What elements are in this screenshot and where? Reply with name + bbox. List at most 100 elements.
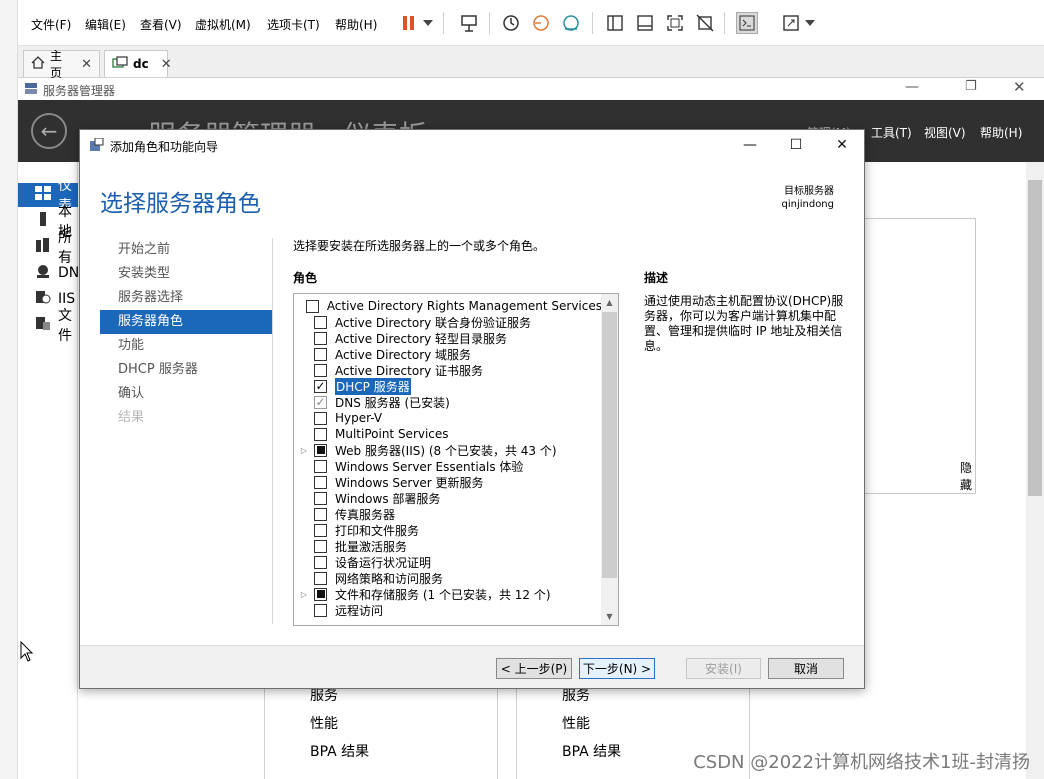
role-item[interactable]: 设备运行状况证明 <box>294 554 602 570</box>
restore-icon[interactable]: ❐ <box>965 79 977 94</box>
tab-home[interactable]: 主页 ✕ <box>23 49 100 80</box>
thumbnail-bar-icon[interactable] <box>634 12 656 34</box>
snapshot-icon[interactable] <box>500 12 522 34</box>
scroll-thumb[interactable] <box>1028 180 1042 496</box>
maximize-icon[interactable]: ☐ <box>782 134 810 156</box>
step-server-roles[interactable]: 服务器角色 <box>100 310 272 334</box>
role-checkbox[interactable] <box>314 603 327 617</box>
tile-performance[interactable]: 性能 <box>310 713 338 733</box>
minimize-icon[interactable]: — <box>905 79 919 95</box>
role-checkbox[interactable] <box>314 411 327 425</box>
sm-menu-view[interactable]: 视图(V) <box>924 124 966 141</box>
step-confirmation[interactable]: 确认 <box>100 382 272 406</box>
scroll-thumb[interactable] <box>602 312 617 578</box>
menu-vm[interactable]: 虚拟机(M) <box>195 16 251 33</box>
role-checkbox[interactable] <box>314 539 327 553</box>
role-checkbox[interactable] <box>314 571 327 585</box>
role-item[interactable]: Windows Server Essentials 体验 <box>294 458 602 474</box>
role-item[interactable]: Windows 部署服务 <box>294 490 602 506</box>
role-checkbox[interactable] <box>314 347 327 361</box>
sm-menu-tools[interactable]: 工具(T) <box>871 124 912 141</box>
menu-help[interactable]: 帮助(H) <box>335 16 377 33</box>
role-label: 批量激活服务 <box>335 539 408 554</box>
nav-file-services[interactable]: 文件 <box>18 308 78 344</box>
role-checkbox[interactable] <box>314 555 327 569</box>
role-item[interactable]: Windows Server 更新服务 <box>294 474 602 490</box>
role-item[interactable]: Active Directory 轻型目录服务 <box>294 330 602 346</box>
close-icon[interactable]: ✕ <box>828 134 856 156</box>
previous-button[interactable]: < 上一步(P) <box>496 658 572 679</box>
step-dhcp-server[interactable]: DHCP 服务器 <box>100 358 272 382</box>
role-checkbox[interactable] <box>314 523 327 537</box>
tile-bpa[interactable]: BPA 结果 <box>562 741 621 761</box>
role-checkbox[interactable] <box>314 443 327 457</box>
role-checkbox[interactable] <box>314 363 327 377</box>
expand-icon[interactable]: ▷ <box>294 446 314 455</box>
role-item[interactable]: 远程访问 <box>294 602 602 618</box>
fullscreen-icon[interactable] <box>664 12 686 34</box>
revert-snapshot-icon[interactable] <box>530 12 552 34</box>
role-item[interactable]: Active Directory Rights Management Servi… <box>294 298 602 314</box>
menu-edit[interactable]: 编辑(E) <box>85 16 126 33</box>
send-ctrl-alt-del-icon[interactable] <box>458 12 480 34</box>
tab-dc[interactable]: dc ✕ <box>104 50 172 77</box>
menu-tabs[interactable]: 选项卡(T) <box>267 16 320 33</box>
expand-icon[interactable]: ▷ <box>294 590 314 599</box>
role-item[interactable]: 批量激活服务 <box>294 538 602 554</box>
role-item[interactable]: ✓ DNS 服务器 (已安装) <box>294 394 602 410</box>
sidebar-toggle-icon[interactable] <box>604 12 626 34</box>
unity-icon[interactable] <box>694 12 716 34</box>
menu-file[interactable]: 文件(F) <box>31 16 71 33</box>
tile-bpa[interactable]: BPA 结果 <box>310 741 369 761</box>
server-manager-scrollbar[interactable] <box>1026 162 1044 779</box>
roles-scrollbar[interactable]: ▲ ▼ <box>601 294 618 625</box>
hide-link[interactable]: 隐藏 <box>960 459 975 493</box>
role-item[interactable]: ▷ 文件和存储服务 (1 个已安装，共 12 个) <box>294 586 602 602</box>
step-features[interactable]: 功能 <box>100 334 272 358</box>
nav-all-servers[interactable]: 所有 <box>18 230 78 266</box>
role-checkbox[interactable] <box>314 587 327 601</box>
pause-icon[interactable] <box>398 12 420 34</box>
role-checkbox[interactable] <box>314 427 327 441</box>
view-dropdown-icon[interactable] <box>803 12 817 34</box>
step-server-selection[interactable]: 服务器选择 <box>100 286 272 310</box>
role-checkbox[interactable] <box>314 507 327 521</box>
role-checkbox[interactable]: ✓ <box>314 395 327 409</box>
cancel-button[interactable]: 取消 <box>768 658 844 679</box>
role-item[interactable]: ▷ Web 服务器(IIS) (8 个已安装，共 43 个) <box>294 442 602 458</box>
role-checkbox[interactable] <box>305 299 319 313</box>
scroll-up-icon[interactable]: ▲ <box>601 294 618 311</box>
back-icon[interactable]: ← <box>31 113 67 149</box>
role-checkbox[interactable] <box>314 475 327 489</box>
close-icon[interactable]: ✕ <box>81 57 92 72</box>
power-dropdown-icon[interactable] <box>421 12 435 34</box>
role-checkbox[interactable] <box>314 331 327 345</box>
step-before-you-begin[interactable]: 开始之前 <box>100 238 272 262</box>
snapshot-manager-icon[interactable] <box>560 12 582 34</box>
tile-performance[interactable]: 性能 <box>562 713 590 733</box>
role-item[interactable]: Active Directory 域服务 <box>294 346 602 362</box>
menu-view[interactable]: 查看(V) <box>140 16 182 33</box>
close-icon[interactable]: ✕ <box>161 57 172 72</box>
role-item[interactable]: Hyper-V <box>294 410 602 426</box>
role-checkbox[interactable] <box>314 315 327 329</box>
role-item[interactable]: 打印和文件服务 <box>294 522 602 538</box>
role-item[interactable]: ✓ DHCP 服务器 <box>294 377 602 395</box>
stretch-guest-icon[interactable] <box>780 12 802 34</box>
role-item[interactable]: 网络策略和访问服务 <box>294 570 602 586</box>
nav-dns[interactable]: DN <box>18 261 79 285</box>
role-item[interactable]: Active Directory 联合身份验证服务 <box>294 314 602 330</box>
role-checkbox[interactable] <box>314 491 327 505</box>
minimize-icon[interactable]: — <box>736 134 764 156</box>
console-view-icon[interactable] <box>736 12 758 34</box>
sm-menu-help[interactable]: 帮助(H) <box>980 124 1022 141</box>
role-item[interactable]: Active Directory 证书服务 <box>294 362 602 378</box>
role-item[interactable]: 传真服务器 <box>294 506 602 522</box>
close-icon[interactable]: ✕ <box>1013 78 1026 96</box>
next-button[interactable]: 下一步(N) > <box>579 658 655 679</box>
role-item[interactable]: MultiPoint Services <box>294 426 602 442</box>
role-checkbox[interactable]: ✓ <box>314 379 327 393</box>
role-checkbox[interactable] <box>314 459 327 473</box>
step-installation-type[interactable]: 安装类型 <box>100 262 272 286</box>
scroll-down-icon[interactable]: ▼ <box>601 608 618 625</box>
